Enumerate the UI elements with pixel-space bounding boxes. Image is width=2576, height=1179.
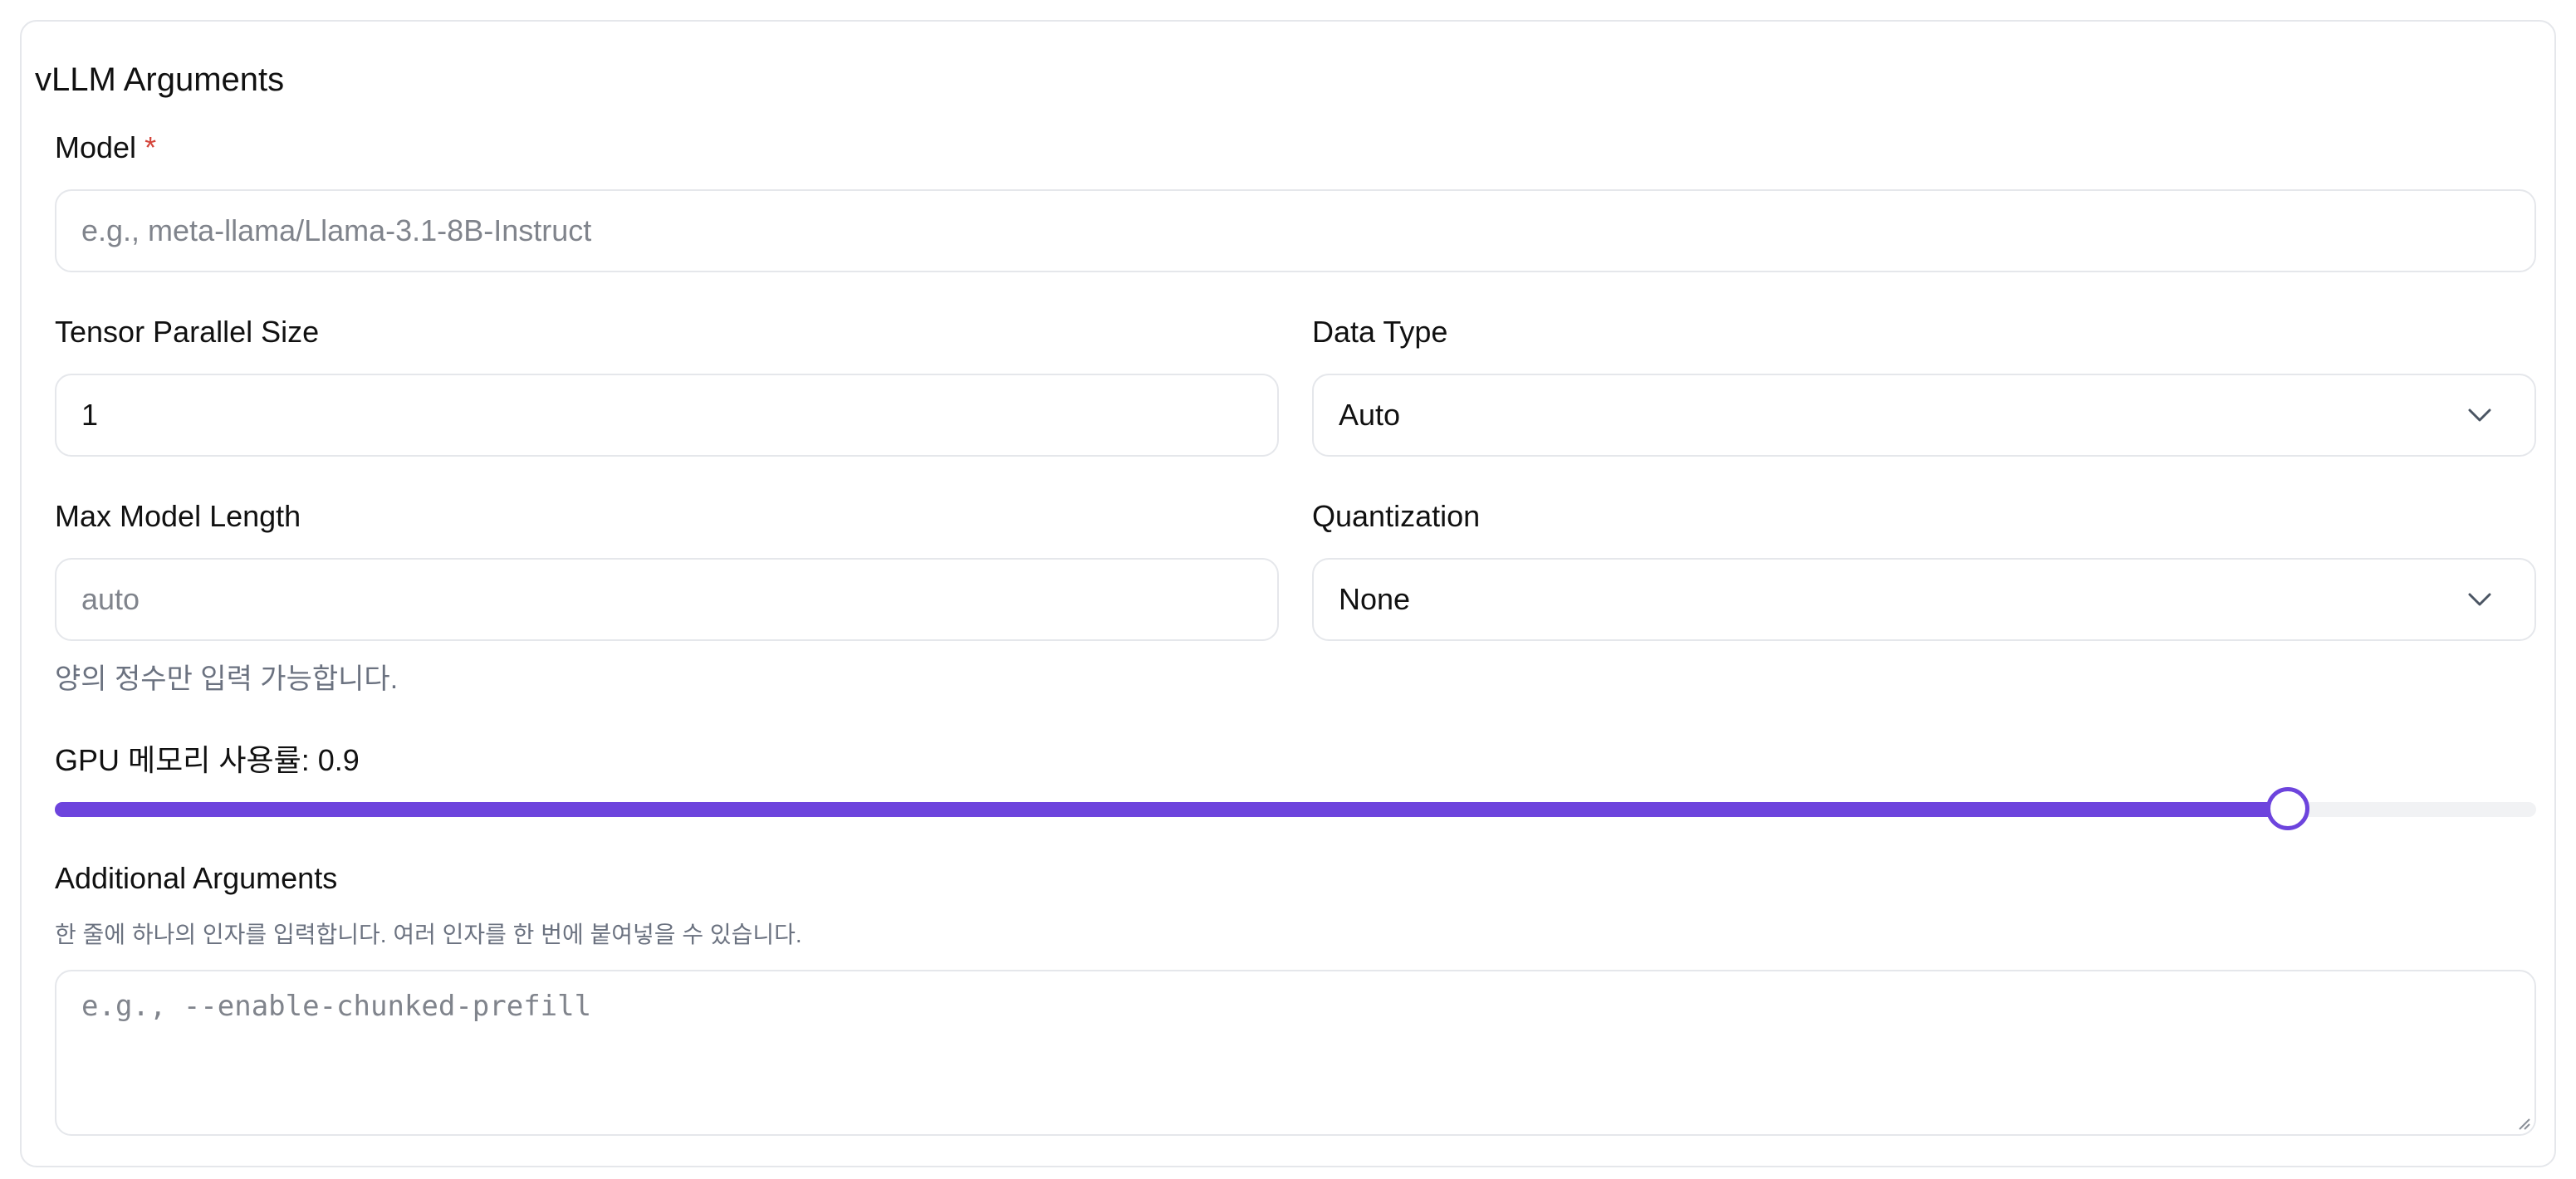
quantization-selected-value: None xyxy=(1339,582,1411,616)
additional-arguments-hint: 한 줄에 하나의 인자를 입력합니다. 여러 인자를 한 번에 붙여넣을 수 있… xyxy=(55,922,802,947)
model-input[interactable] xyxy=(55,189,2536,272)
additional-arguments-label: Additional Arguments xyxy=(55,861,338,895)
gpu-memory-label: GPU 메모리 사용률: 0.9 xyxy=(55,743,360,777)
tensor-parallel-size-label: Tensor Parallel Size xyxy=(55,315,320,349)
section-title: vLLM Arguments xyxy=(35,61,285,98)
slider-fill xyxy=(55,802,2289,817)
max-model-length-hint: 양의 정수만 입력 가능합니다. xyxy=(55,663,399,695)
resize-handle-icon[interactable] xyxy=(2516,1116,2531,1131)
model-label-text: Model xyxy=(55,130,137,164)
chevron-down-icon xyxy=(2468,588,2491,611)
tensor-parallel-size-input[interactable] xyxy=(55,374,1279,457)
quantization-select[interactable]: None xyxy=(1312,558,2536,641)
chevron-down-icon xyxy=(2468,404,2491,427)
gpu-memory-slider[interactable] xyxy=(55,787,2536,830)
slider-thumb[interactable] xyxy=(2266,787,2310,830)
additional-arguments-textarea[interactable] xyxy=(55,970,2536,1136)
max-model-length-label: Max Model Length xyxy=(55,499,301,533)
max-model-length-input[interactable] xyxy=(55,558,1279,641)
data-type-selected-value: Auto xyxy=(1339,398,1401,432)
required-asterisk: * xyxy=(144,130,157,164)
data-type-select[interactable]: Auto xyxy=(1312,374,2536,457)
quantization-label: Quantization xyxy=(1312,499,1481,533)
model-label: Model * xyxy=(55,128,156,168)
data-type-label: Data Type xyxy=(1312,315,1448,349)
